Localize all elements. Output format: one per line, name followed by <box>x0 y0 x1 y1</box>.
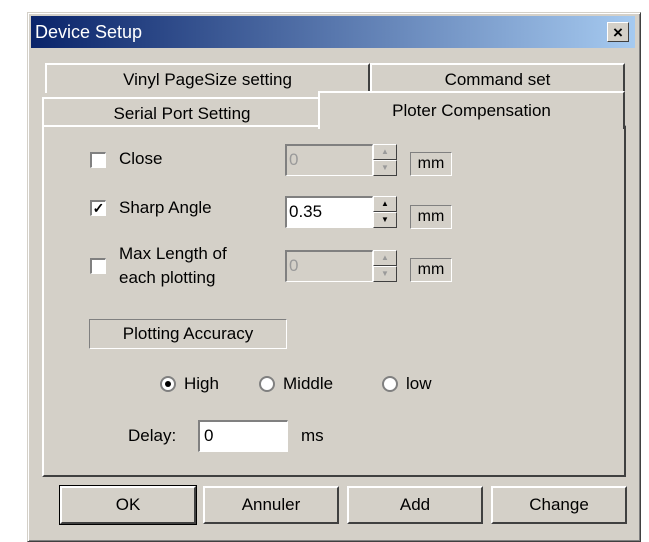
tab-panel <box>42 125 626 477</box>
max-length-label-line2: each plotting <box>119 268 216 287</box>
tab-command-set[interactable]: Command set <box>370 63 625 93</box>
tab-label: Command set <box>444 70 551 89</box>
close-icon: × <box>613 23 623 42</box>
tab-serial-port[interactable]: Serial Port Setting <box>42 97 322 127</box>
add-button[interactable]: Add <box>347 486 483 524</box>
sharp-angle-value-input[interactable]: 0.35 <box>285 196 373 228</box>
spin-up-icon[interactable]: ▲ <box>373 196 397 212</box>
spin-up-icon[interactable]: ▲ <box>373 250 397 266</box>
change-button[interactable]: Change <box>491 486 627 524</box>
delay-unit: ms <box>301 426 324 445</box>
accuracy-middle-radio[interactable] <box>259 376 275 392</box>
max-length-unit: mm <box>410 258 452 282</box>
spin-down-icon[interactable]: ▼ <box>373 266 397 282</box>
sharp-angle-checkbox[interactable]: ✓ <box>90 200 106 216</box>
max-length-label-line1: Max Length of <box>119 244 227 263</box>
tab-ploter-compensation[interactable]: Ploter Compensation <box>318 91 625 129</box>
close-checkbox[interactable] <box>90 152 106 168</box>
sharp-angle-spinner[interactable]: ▲ ▼ <box>373 196 397 228</box>
close-value-input[interactable]: 0 <box>285 144 373 176</box>
max-length-checkbox[interactable] <box>90 258 106 274</box>
accuracy-middle-label: Middle <box>283 374 334 393</box>
plotting-accuracy-label: Plotting Accuracy <box>89 319 287 349</box>
spin-down-icon[interactable]: ▼ <box>373 212 397 228</box>
close-unit: mm <box>410 152 452 176</box>
tab-label: Ploter Compensation <box>392 101 551 120</box>
tab-label: Vinyl PageSize setting <box>123 70 292 89</box>
sharp-angle-label: Sharp Angle <box>119 198 212 217</box>
tab-label: Serial Port Setting <box>113 104 251 123</box>
accuracy-low-radio[interactable] <box>382 376 398 392</box>
close-label: Close <box>119 149 163 168</box>
delay-input[interactable]: 0 <box>198 420 288 452</box>
close-button[interactable]: × <box>607 22 629 42</box>
spin-down-icon[interactable]: ▼ <box>373 160 397 176</box>
cancel-button[interactable]: Annuler <box>203 486 339 524</box>
delay-label: Delay: <box>128 426 177 445</box>
ok-button[interactable]: OK <box>59 485 197 525</box>
sharp-angle-unit: mm <box>410 205 452 229</box>
window-title: Device Setup <box>35 22 143 42</box>
accuracy-high-label: High <box>184 374 219 393</box>
tab-vinyl-pagesize[interactable]: Vinyl PageSize setting <box>45 63 370 93</box>
max-length-spinner[interactable]: ▲ ▼ <box>373 250 397 282</box>
title-bar: Device Setup × <box>31 16 635 48</box>
max-length-value-input[interactable]: 0 <box>285 250 373 282</box>
spin-up-icon[interactable]: ▲ <box>373 144 397 160</box>
accuracy-low-label: low <box>406 374 432 393</box>
accuracy-high-radio[interactable] <box>160 376 176 392</box>
close-spinner[interactable]: ▲ ▼ <box>373 144 397 176</box>
